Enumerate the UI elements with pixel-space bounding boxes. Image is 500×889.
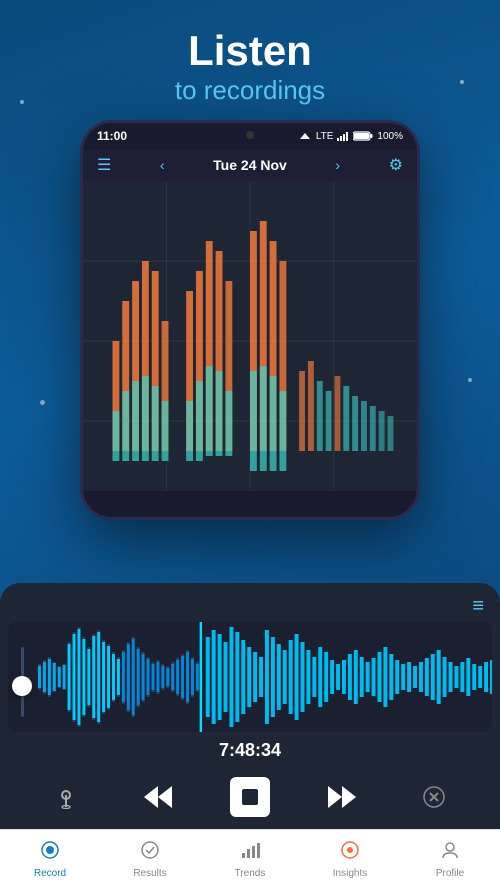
waveform-svg xyxy=(38,622,492,732)
battery-label: 100% xyxy=(377,131,403,142)
wifi-icon xyxy=(298,131,312,141)
stop-button-inner xyxy=(230,777,270,817)
phone-frame: 11:00 LTE 100% ☰ ‹ Tue 24 Nov › xyxy=(80,120,420,520)
player-panel: ≡ xyxy=(0,583,500,829)
chart-area xyxy=(83,181,417,491)
stop-button[interactable] xyxy=(228,775,272,819)
volume-thumb[interactable] xyxy=(12,676,32,696)
lte-label: LTE xyxy=(316,131,334,142)
volume-slider[interactable] xyxy=(16,637,28,717)
header-section: Listen to recordings xyxy=(0,0,500,118)
results-nav-label: Results xyxy=(133,868,166,879)
trends-nav-icon xyxy=(240,840,260,866)
menu-icon[interactable]: ☰ xyxy=(97,155,111,175)
settings-icon[interactable]: ⚙ xyxy=(389,155,403,175)
close-icon xyxy=(423,786,445,808)
player-header: ≡ xyxy=(0,583,500,622)
player-menu-icon[interactable]: ≡ xyxy=(472,595,484,618)
waveform-container xyxy=(8,622,492,732)
profile-nav-label: Profile xyxy=(436,868,464,879)
prev-icon[interactable]: ‹ xyxy=(160,157,165,173)
trends-nav-label: Trends xyxy=(235,868,266,879)
location-icon xyxy=(54,785,78,809)
signal-icon xyxy=(337,131,349,141)
bottom-nav: Record Results Trends I xyxy=(0,829,500,889)
header-listen: Listen xyxy=(0,28,500,74)
star-3 xyxy=(40,400,45,405)
nav-item-trends[interactable]: Trends xyxy=(200,840,300,879)
stop-square xyxy=(242,789,258,805)
forward-button[interactable] xyxy=(320,775,364,819)
results-nav-icon xyxy=(140,840,160,866)
insights-nav-label: Insights xyxy=(333,868,367,879)
rewind-icon xyxy=(144,786,172,808)
nav-item-insights[interactable]: Insights xyxy=(300,840,400,879)
next-icon[interactable]: › xyxy=(335,157,340,173)
record-nav-label: Record xyxy=(34,868,66,879)
nav-item-results[interactable]: Results xyxy=(100,840,200,879)
phone-camera xyxy=(246,131,254,139)
insights-nav-icon xyxy=(340,840,360,866)
battery-icon xyxy=(353,131,373,141)
header-subtitle: to recordings xyxy=(0,74,500,108)
forward-icon xyxy=(328,786,356,808)
record-nav-icon xyxy=(40,840,60,866)
phone-time: 11:00 xyxy=(97,129,127,143)
player-controls xyxy=(0,767,500,829)
close-button[interactable] xyxy=(412,775,456,819)
nav-date: Tue 24 Nov xyxy=(213,157,287,173)
nav-item-record[interactable]: Record xyxy=(0,840,100,879)
location-button[interactable] xyxy=(44,775,88,819)
nav-item-profile[interactable]: Profile xyxy=(400,840,500,879)
rewind-button[interactable] xyxy=(136,775,180,819)
chart-svg xyxy=(83,181,417,491)
phone-status-icons: LTE 100% xyxy=(298,131,403,142)
volume-track xyxy=(21,647,24,717)
time-display: 7:48:34 xyxy=(0,732,500,767)
phone-nav-bar: ☰ ‹ Tue 24 Nov › ⚙ xyxy=(83,149,417,181)
profile-nav-icon xyxy=(440,840,460,866)
star-4 xyxy=(468,378,472,382)
